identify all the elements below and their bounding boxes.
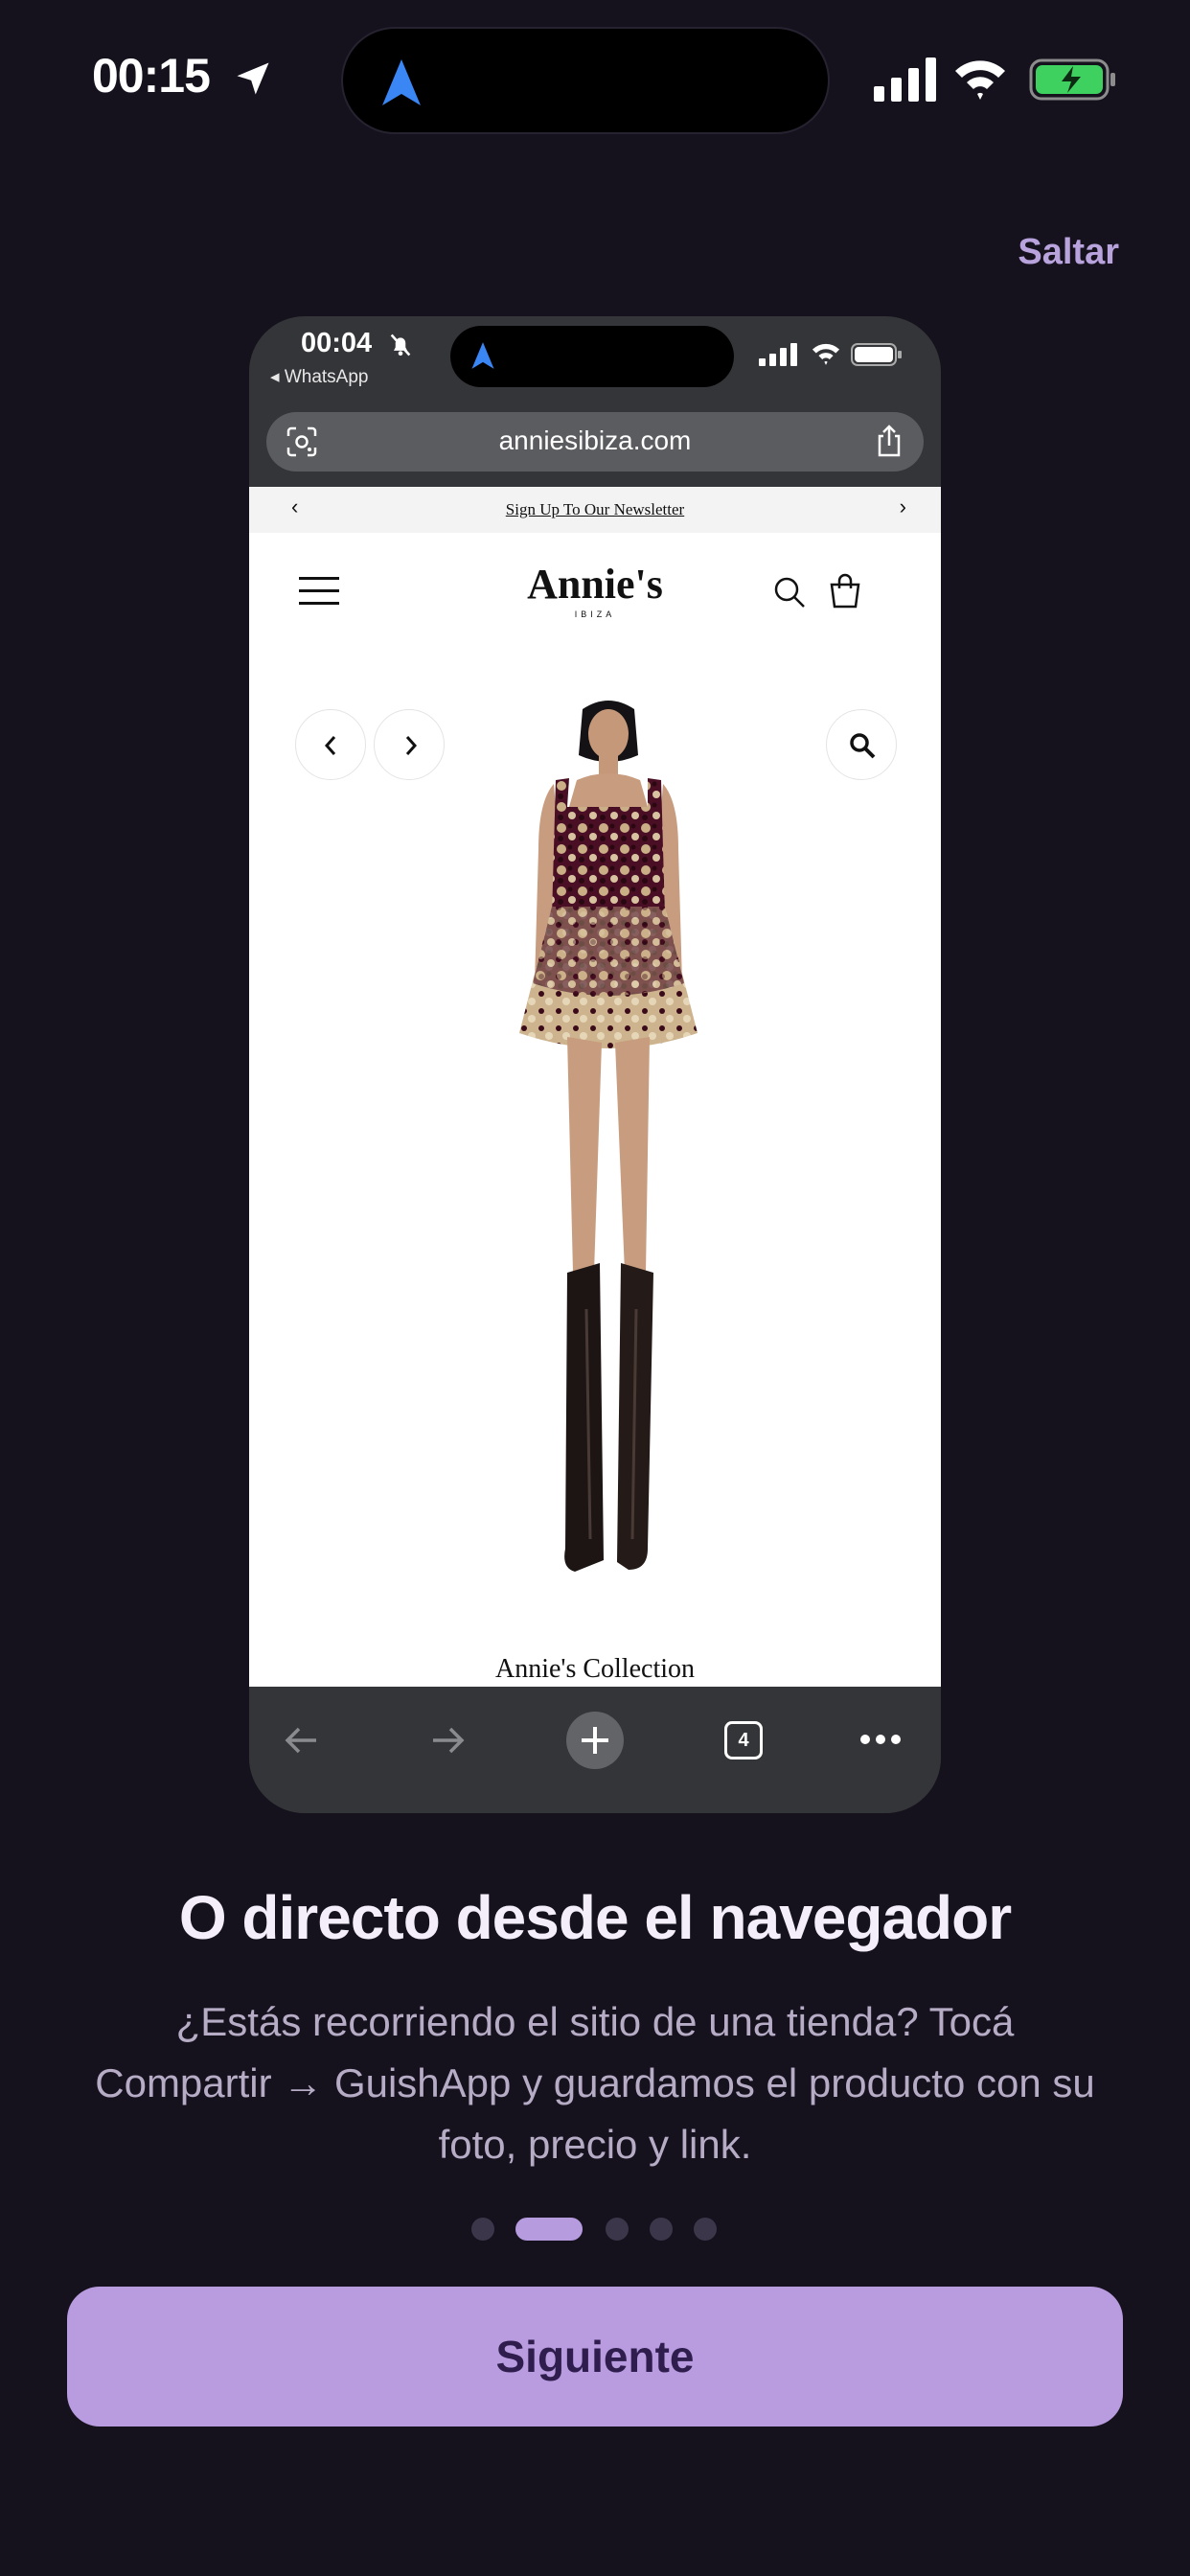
page-dot-5 [694, 2218, 717, 2241]
phone-status-time: 00:04 [301, 328, 373, 358]
url-text: anniesibiza.com [498, 426, 692, 455]
page-dot-2-active [515, 2218, 583, 2241]
onboarding-description: ¿Estás recorriendo el sitio de una tiend… [95, 1999, 1095, 2167]
gallery-prev-button[interactable] [295, 709, 366, 780]
tab-switcher-button[interactable]: 4 [724, 1721, 763, 1760]
chevron-right-icon [405, 736, 418, 755]
skip-button[interactable]: Saltar [1018, 232, 1119, 273]
browser-back-icon[interactable] [280, 1719, 322, 1761]
plus-icon [582, 1727, 608, 1754]
phone-mockup: 00:04 ◂ WhatsApp anniesibiza.com ‹ Sign … [249, 316, 941, 1813]
site-logo-subtitle: IBIZA [574, 610, 616, 619]
gallery-zoom-button[interactable] [826, 709, 897, 780]
share-icon[interactable] [874, 424, 904, 458]
phone-dynamic-island [450, 326, 734, 387]
onboarding-title: O directo desde el navegador [178, 1883, 1012, 1952]
browser-toolbar: 4 [249, 1687, 941, 1813]
navigation-arrow-icon [382, 59, 421, 105]
navigation-arrow-icon [471, 342, 494, 369]
battery-charging-icon [1029, 58, 1115, 101]
page-dot-1 [471, 2218, 494, 2241]
newsletter-next-arrow[interactable]: › [900, 494, 906, 519]
location-arrow-icon [237, 62, 269, 95]
webpage-viewport: ‹ Sign Up To Our Newsletter › Annie's IB… [249, 487, 941, 1687]
page-indicator [471, 2218, 721, 2241]
back-to-app-link[interactable]: ◂ WhatsApp [270, 366, 368, 388]
phone-battery-icon [851, 343, 902, 366]
site-search-icon[interactable] [772, 575, 807, 610]
chevron-left-icon [324, 736, 336, 755]
gallery-next-button[interactable] [374, 709, 445, 780]
bell-slash-icon [390, 334, 411, 356]
browser-forward-icon[interactable] [427, 1719, 469, 1761]
status-bar: 00:15 [0, 0, 1190, 163]
phone-wifi-icon [812, 343, 840, 365]
newsletter-banner: ‹ Sign Up To Our Newsletter › [249, 487, 941, 533]
new-tab-button[interactable] [566, 1712, 624, 1769]
cellular-signal-icon [874, 58, 936, 102]
page-dot-3 [606, 2218, 629, 2241]
more-options-icon[interactable] [858, 1725, 903, 1754]
phone-signal-icon [759, 343, 797, 366]
magnifier-icon [850, 733, 876, 759]
page-dot-4 [650, 2218, 673, 2241]
wifi-icon [955, 60, 1005, 100]
dynamic-island [341, 27, 830, 134]
product-image[interactable] [450, 696, 767, 1625]
address-bar[interactable]: anniesibiza.com [266, 412, 924, 472]
newsletter-signup-link[interactable]: Sign Up To Our Newsletter [249, 500, 941, 519]
next-button[interactable]: Siguiente [67, 2287, 1123, 2426]
status-time: 00:15 [92, 49, 211, 103]
collection-title: Annie's Collection [494, 1654, 696, 1684]
shopping-bag-icon[interactable] [828, 573, 862, 610]
